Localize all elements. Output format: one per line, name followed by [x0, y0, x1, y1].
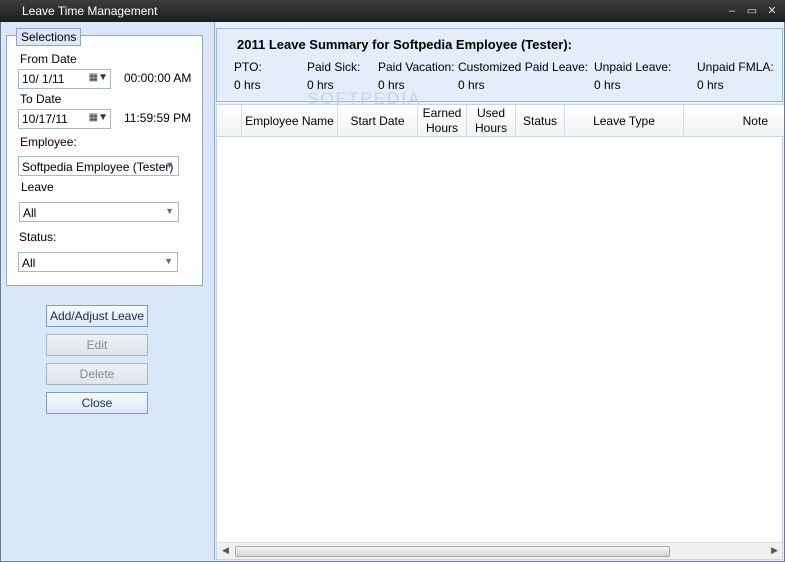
- status-select[interactable]: All ▼: [18, 252, 178, 272]
- column-header-used-hours[interactable]: Used Hours: [467, 105, 516, 137]
- summary-title: 2011 Leave Summary for Softpedia Employe…: [237, 37, 572, 52]
- minimize-button[interactable]: ‒: [723, 3, 741, 19]
- leave-label: Leave: [21, 180, 54, 194]
- scrollbar-thumb[interactable]: [235, 546, 670, 557]
- edit-button[interactable]: Edit: [46, 334, 148, 356]
- calendar-dropdown-icon[interactable]: ▦▼: [84, 112, 108, 126]
- summary-item-customized-paid-leave: Customized Paid Leave: 0 hrs: [458, 60, 588, 92]
- to-date-picker[interactable]: 10/17/11 ▦▼: [18, 109, 111, 129]
- column-header-earned-hours[interactable]: Earned Hours: [418, 105, 467, 137]
- delete-button[interactable]: Delete: [46, 363, 148, 385]
- close-window-button[interactable]: ✕: [763, 3, 781, 19]
- summary-item-paid-vacation: Paid Vacation: 0 hrs: [378, 60, 455, 92]
- chevron-down-icon: ▼: [165, 206, 174, 216]
- column-header-status[interactable]: Status: [516, 105, 565, 137]
- summary-value: 0 hrs: [234, 78, 261, 92]
- chevron-down-icon: ▼: [165, 160, 174, 170]
- summary-label: Paid Vacation:: [378, 60, 455, 74]
- selections-legend: Selections: [16, 28, 82, 46]
- scroll-right-icon[interactable]: ▶: [771, 545, 778, 556]
- close-button[interactable]: Close: [46, 392, 148, 414]
- leave-select[interactable]: All ▼: [19, 202, 179, 222]
- employee-label: Employee:: [20, 135, 77, 149]
- grid-header: SOFTPEDIA Employee Name Start Date Earne…: [217, 89, 784, 137]
- column-header-start-date[interactable]: Start Date: [338, 105, 418, 137]
- from-date-label: From Date: [20, 52, 77, 66]
- scroll-left-icon[interactable]: ◀: [222, 545, 229, 556]
- summary-item-pto: PTO: 0 hrs: [234, 60, 262, 92]
- summary-value: 0 hrs: [458, 78, 485, 92]
- summary-label: Unpaid FMLA:: [697, 60, 774, 74]
- from-time: 00:00:00 AM: [124, 71, 192, 85]
- add-adjust-leave-button[interactable]: Add/Adjust Leave: [46, 305, 148, 327]
- main-window: Selections From Date 10/ 1/11 ▦▼ 00:00:0…: [0, 22, 785, 562]
- summary-value: 0 hrs: [697, 78, 724, 92]
- left-panel: Selections From Date 10/ 1/11 ▦▼ 00:00:0…: [1, 22, 215, 560]
- window-title: Leave Time Management: [22, 4, 158, 18]
- summary-item-unpaid-leave: Unpaid Leave: 0 hrs: [594, 60, 671, 92]
- summary-item-unpaid-fmla: Unpaid FMLA: 0 hrs: [697, 60, 774, 92]
- horizontal-scrollbar[interactable]: ◀ ▶: [217, 542, 782, 559]
- leave-data-grid[interactable]: SOFTPEDIA Employee Name Start Date Earne…: [216, 89, 784, 560]
- leave-value: All: [23, 206, 37, 220]
- employee-value: Softpedia Employee (Tester): [22, 160, 174, 174]
- title-bar: Leave Time Management ‒ ▭ ✕: [0, 0, 785, 22]
- from-date-picker[interactable]: 10/ 1/11 ▦▼: [18, 69, 111, 89]
- column-header-employee-name[interactable]: Employee Name: [242, 105, 338, 137]
- summary-item-paid-sick: Paid Sick: 0 hrs: [307, 60, 360, 92]
- employee-select[interactable]: Softpedia Employee (Tester) ▼: [18, 156, 179, 176]
- summary-label: Unpaid Leave:: [594, 60, 672, 74]
- summary-label: PTO:: [234, 60, 262, 74]
- from-date-value: 10/ 1/11: [22, 72, 65, 86]
- status-label: Status:: [19, 230, 57, 244]
- maximize-button[interactable]: ▭: [743, 3, 761, 19]
- selections-group: Selections From Date 10/ 1/11 ▦▼ 00:00:0…: [6, 28, 203, 286]
- to-time: 11:59:59 PM: [124, 111, 192, 125]
- chevron-down-icon: ▼: [164, 256, 173, 266]
- column-header-leave-type[interactable]: Leave Type: [565, 105, 684, 137]
- to-date-value: 10/17/11: [22, 112, 68, 126]
- status-value: All: [22, 256, 36, 270]
- summary-value: 0 hrs: [594, 78, 621, 92]
- summary-label: Paid Sick:: [307, 60, 361, 74]
- row-header-column: [217, 105, 242, 137]
- summary-label: Customized Paid Leave:: [458, 60, 589, 74]
- column-header-note[interactable]: Note: [684, 105, 784, 137]
- leave-summary-panel: 2011 Leave Summary for Softpedia Employe…: [216, 28, 783, 102]
- to-date-label: To Date: [20, 92, 62, 106]
- calendar-dropdown-icon[interactable]: ▦▼: [84, 72, 108, 86]
